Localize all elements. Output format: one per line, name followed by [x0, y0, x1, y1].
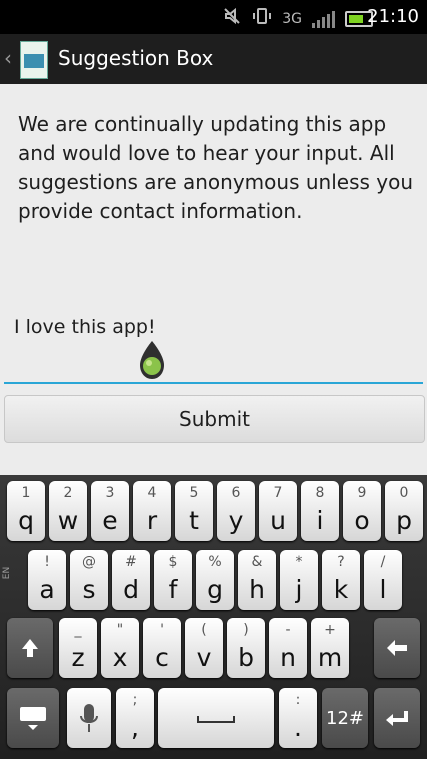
key-o[interactable]: 9o — [343, 481, 381, 541]
app-title: Suggestion Box — [58, 46, 214, 70]
key-t[interactable]: 5t — [175, 481, 213, 541]
key-q[interactable]: 1q — [7, 481, 45, 541]
key-i[interactable]: 8i — [301, 481, 339, 541]
key-w[interactable]: 2w — [49, 481, 87, 541]
space-icon — [158, 688, 274, 748]
app-logo-icon[interactable] — [20, 41, 48, 79]
microphone-icon — [67, 688, 111, 748]
submit-button[interactable]: Submit — [4, 395, 425, 443]
key-l[interactable]: / l — [364, 550, 402, 610]
key-d[interactable]: # d — [112, 550, 150, 610]
key-g[interactable]: % g — [196, 550, 234, 610]
keyboard-settings-key[interactable] — [7, 688, 59, 748]
key-j[interactable]: * j — [280, 550, 318, 610]
key-n[interactable]: -n — [269, 618, 307, 678]
status-bar: 3G 21:10 — [0, 0, 427, 34]
key-k[interactable]: ? k — [322, 550, 360, 610]
shift-icon — [7, 618, 53, 678]
mute-icon — [222, 6, 242, 32]
key-z[interactable]: _ z — [59, 618, 97, 678]
key-h[interactable]: & h — [238, 550, 276, 610]
key-u[interactable]: 7u — [259, 481, 297, 541]
key-p[interactable]: 0p — [385, 481, 423, 541]
intro-text: We are continually updating this app and… — [18, 112, 414, 223]
network-type-label: 3G — [282, 11, 302, 27]
key-m[interactable]: + m — [311, 618, 349, 678]
keyboard-icon — [7, 688, 59, 748]
status-time: 21:10 — [367, 6, 419, 27]
status-icons: 3G — [222, 6, 373, 32]
vibrate-icon — [252, 6, 272, 32]
text-cursor-handle[interactable] — [138, 341, 166, 381]
numbers-key-label: 12# — [326, 707, 364, 729]
key-period[interactable]: :. — [279, 688, 317, 748]
back-chevron-icon[interactable]: ‹ — [4, 46, 12, 70]
key-a[interactable]: ! a — [28, 550, 66, 610]
key-x[interactable]: " x — [101, 618, 139, 678]
input-underline — [4, 382, 423, 384]
enter-key[interactable] — [374, 688, 420, 748]
action-bar: ‹ Suggestion Box — [0, 34, 427, 84]
key-comma[interactable]: ;, — [116, 688, 154, 748]
key-f[interactable]: $ f — [154, 550, 192, 610]
space-key[interactable] — [158, 688, 274, 748]
signal-icon — [312, 10, 335, 28]
backspace-icon — [374, 618, 420, 678]
keyboard-language-label: EN — [2, 566, 13, 580]
key-b[interactable]: ) b — [227, 618, 265, 678]
key-r[interactable]: 4r — [133, 481, 171, 541]
key-c[interactable]: ' c — [143, 618, 181, 678]
key-s[interactable]: @ s — [70, 550, 108, 610]
shift-key[interactable] — [7, 618, 53, 678]
key-y[interactable]: 6y — [217, 481, 255, 541]
microphone-key[interactable] — [67, 688, 111, 748]
key-v[interactable]: (v — [185, 618, 223, 678]
numbers-key[interactable]: 12# — [322, 688, 368, 748]
enter-icon — [374, 688, 420, 748]
key-e[interactable]: 3e — [91, 481, 129, 541]
backspace-key[interactable] — [374, 618, 420, 678]
suggestion-input[interactable]: I love this app! — [14, 316, 156, 338]
